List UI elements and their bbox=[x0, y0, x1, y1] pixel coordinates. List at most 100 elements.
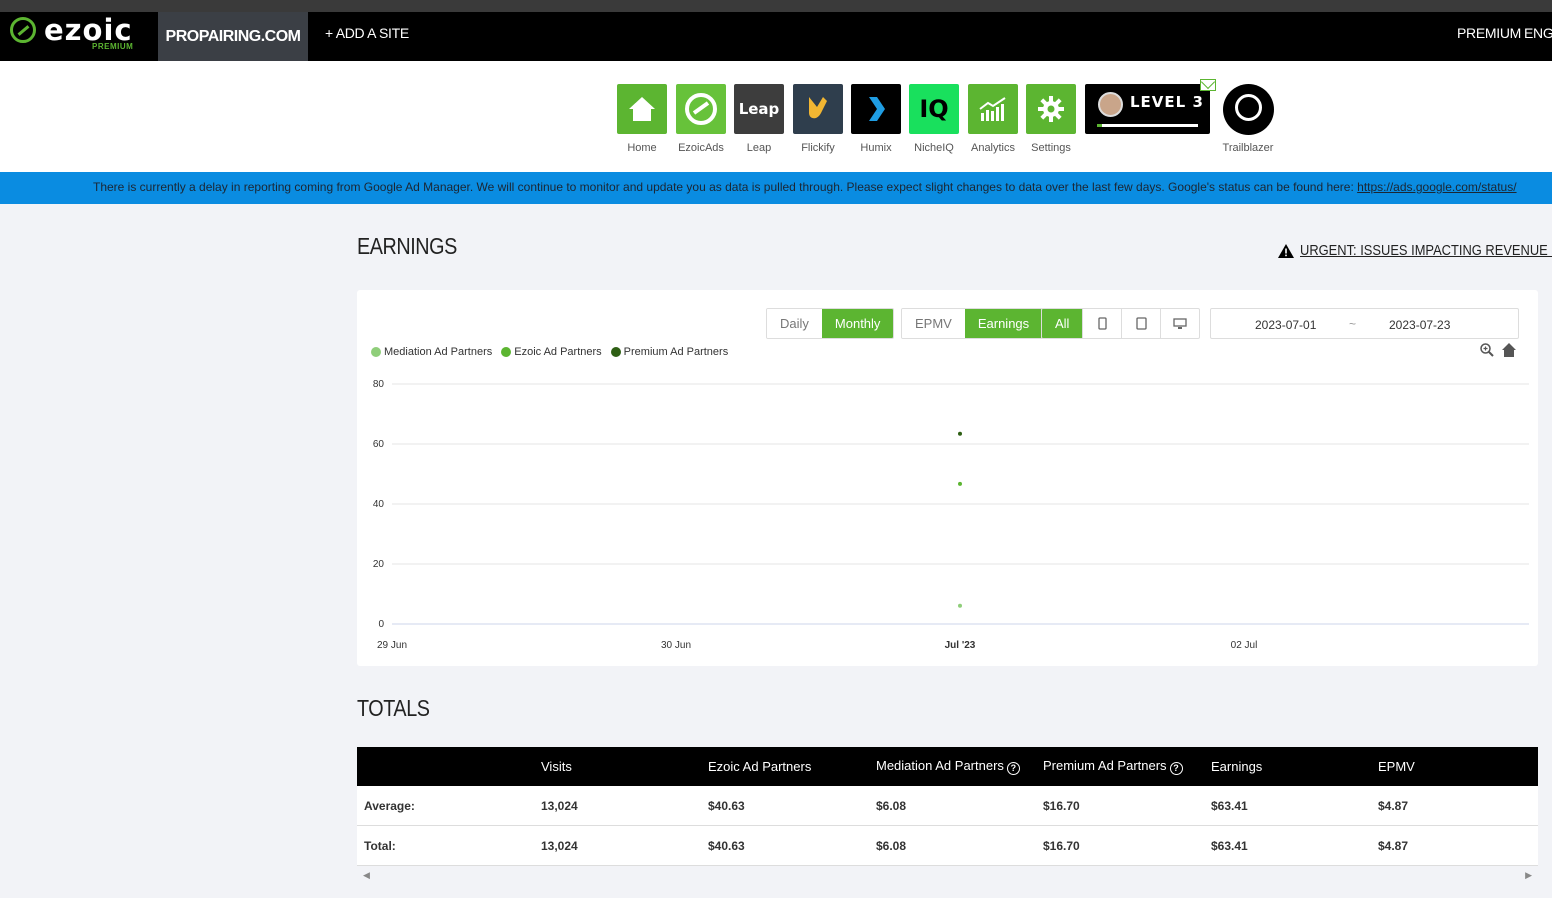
app-settings[interactable]: Settings bbox=[1026, 84, 1076, 154]
all-devices-button[interactable]: All bbox=[1042, 309, 1083, 338]
premium-link[interactable]: PREMIUM bbox=[1457, 12, 1521, 61]
metric-toggle: EPMV Earnings bbox=[901, 308, 1044, 339]
ezoic-logo-icon bbox=[10, 17, 36, 43]
y-tick-label: 80 bbox=[373, 379, 385, 390]
scroll-right-arrow-icon[interactable]: ▶ bbox=[1525, 870, 1532, 881]
urgent-issues-link[interactable]: URGENT: ISSUES IMPACTING REVENUE (1) bbox=[1277, 242, 1552, 259]
scroll-left-arrow-icon[interactable]: ◀ bbox=[363, 870, 370, 881]
app-label: Settings bbox=[1031, 142, 1071, 154]
table-cell: $4.87 bbox=[1378, 798, 1409, 813]
app-home[interactable]: Home bbox=[617, 84, 667, 154]
app-humix[interactable]: Humix bbox=[851, 84, 901, 154]
row-label: Total: bbox=[364, 838, 396, 853]
zoom-icon[interactable] bbox=[1479, 342, 1495, 358]
date-range-picker[interactable]: 2023-07-01 ~ 2023-07-23 bbox=[1210, 308, 1519, 339]
table-cell: $40.63 bbox=[708, 838, 745, 853]
x-tick-label: 02 Jul bbox=[1231, 640, 1258, 651]
legend-label: Premium Ad Partners bbox=[623, 346, 729, 358]
humix-icon bbox=[851, 84, 901, 134]
site-selector[interactable]: PROPAIRING.COM bbox=[158, 12, 308, 61]
notice-banner: There is currently a delay in reporting … bbox=[0, 172, 1552, 204]
legend-label: Ezoic Ad Partners bbox=[514, 346, 602, 358]
totals-table: Visits Ezoic Ad Partners Mediation Ad Pa… bbox=[357, 747, 1538, 884]
table-header: Visits Ezoic Ad Partners Mediation Ad Pa… bbox=[357, 747, 1538, 786]
daily-button[interactable]: Daily bbox=[767, 309, 822, 338]
period-toggle: Daily Monthly bbox=[766, 308, 895, 339]
table-cell: 13,024 bbox=[541, 838, 578, 853]
level-badge[interactable]: LEVEL 3 bbox=[1085, 84, 1210, 134]
trailblazer-label: Trailblazer bbox=[1222, 142, 1274, 154]
gear-icon bbox=[1026, 84, 1076, 134]
table-cell: $16.70 bbox=[1043, 798, 1080, 813]
app-flickify[interactable]: Flickify bbox=[793, 84, 843, 154]
language-link[interactable]: ENGL bbox=[1524, 12, 1552, 61]
browser-strip bbox=[0, 0, 1552, 12]
x-tick-label: Jul '23 bbox=[945, 640, 976, 651]
monthly-button[interactable]: Monthly bbox=[821, 309, 894, 338]
totals-title: TOTALS bbox=[357, 695, 430, 721]
earnings-chart-card: Daily Monthly EPMV Earnings All 2023-07-… bbox=[357, 290, 1538, 666]
banner-text: There is currently a delay in reporting … bbox=[93, 180, 1358, 194]
ezoic-logo[interactable]: ezoic PREMIUM bbox=[10, 14, 150, 58]
banner-status-link[interactable]: https://ads.google.com/status/ bbox=[1357, 180, 1516, 194]
ezoic-ads-icon bbox=[676, 84, 726, 134]
help-icon[interactable]: ? bbox=[1169, 762, 1183, 775]
help-icon[interactable]: ? bbox=[1006, 762, 1020, 775]
logo-sub: PREMIUM bbox=[92, 42, 134, 51]
app-ezoicads[interactable]: EzoicAds bbox=[676, 84, 726, 154]
app-nicheiq[interactable]: IQ NicheIQ bbox=[909, 84, 959, 154]
mobile-icon[interactable] bbox=[1082, 309, 1121, 338]
table-row: Average: 13,024 $40.63 $6.08 $16.70 $63.… bbox=[357, 786, 1538, 826]
data-point bbox=[958, 431, 962, 436]
legend-mediation[interactable]: Mediation Ad Partners bbox=[371, 346, 492, 358]
y-tick-label: 40 bbox=[373, 499, 385, 510]
column-header-epmv: EPMV bbox=[1378, 759, 1415, 774]
epmv-button[interactable]: EPMV bbox=[902, 309, 965, 338]
level-progress bbox=[1097, 124, 1198, 127]
urgent-issues-text: URGENT: ISSUES IMPACTING REVENUE (1) bbox=[1300, 242, 1552, 259]
reset-zoom-home-icon[interactable] bbox=[1501, 342, 1517, 358]
row-label: Average: bbox=[364, 798, 415, 813]
chart-legend: Mediation Ad Partners Ezoic Ad Partners … bbox=[371, 346, 737, 358]
home-icon bbox=[617, 84, 667, 134]
table-cell: $16.70 bbox=[1043, 838, 1080, 853]
leap-icon: Leap bbox=[734, 84, 784, 134]
data-point bbox=[958, 481, 962, 486]
table-cell: $40.63 bbox=[708, 798, 745, 813]
warning-icon bbox=[1278, 243, 1294, 258]
table-cell: $6.08 bbox=[876, 838, 907, 853]
earnings-button[interactable]: Earnings bbox=[964, 309, 1043, 338]
legend-label: Mediation Ad Partners bbox=[384, 346, 493, 358]
data-point bbox=[958, 603, 962, 608]
y-tick-label: 0 bbox=[378, 619, 384, 630]
nicheiq-icon: IQ bbox=[909, 84, 959, 134]
column-header-ezoic: Ezoic Ad Partners bbox=[708, 759, 812, 774]
level-progress-fill bbox=[1097, 124, 1103, 127]
table-cell: $4.87 bbox=[1378, 838, 1409, 853]
legend-dot bbox=[501, 347, 512, 357]
level-text: LEVEL 3 bbox=[1130, 93, 1204, 111]
table-cell: 13,024 bbox=[541, 798, 578, 813]
date-separator: ~ bbox=[1349, 317, 1357, 331]
table-cell: $63.41 bbox=[1211, 798, 1248, 813]
app-leap[interactable]: Leap Leap bbox=[734, 84, 784, 154]
column-header-visits: Visits bbox=[541, 759, 572, 774]
app-row: Home EzoicAds Leap Leap Flickify Humix I… bbox=[0, 61, 1552, 172]
trailblazer-icon[interactable] bbox=[1223, 84, 1274, 135]
earnings-chart: 0 20 40 60 80 29 Jun 30 Jun Jul '23 02 Jul bbox=[373, 379, 1529, 651]
avatar bbox=[1098, 92, 1123, 117]
flickify-icon bbox=[793, 84, 843, 134]
add-site-link[interactable]: + ADD A SITE bbox=[325, 12, 409, 61]
desktop-icon[interactable] bbox=[1160, 309, 1199, 338]
table-cell: $63.41 bbox=[1211, 838, 1248, 853]
mail-icon[interactable] bbox=[1200, 79, 1216, 91]
legend-premium[interactable]: Premium Ad Partners bbox=[610, 346, 729, 358]
y-tick-label: 60 bbox=[373, 439, 385, 450]
horizontal-scrollbar[interactable]: ◀ ▶ bbox=[357, 866, 1538, 884]
tablet-icon[interactable] bbox=[1121, 309, 1160, 338]
app-analytics[interactable]: Analytics bbox=[968, 84, 1018, 154]
column-header-mediation: Mediation Ad Partners? bbox=[876, 758, 1043, 775]
legend-dot bbox=[610, 347, 621, 357]
legend-ezoic[interactable]: Ezoic Ad Partners bbox=[501, 346, 602, 358]
column-header-premium: Premium Ad Partners? bbox=[1043, 758, 1211, 775]
